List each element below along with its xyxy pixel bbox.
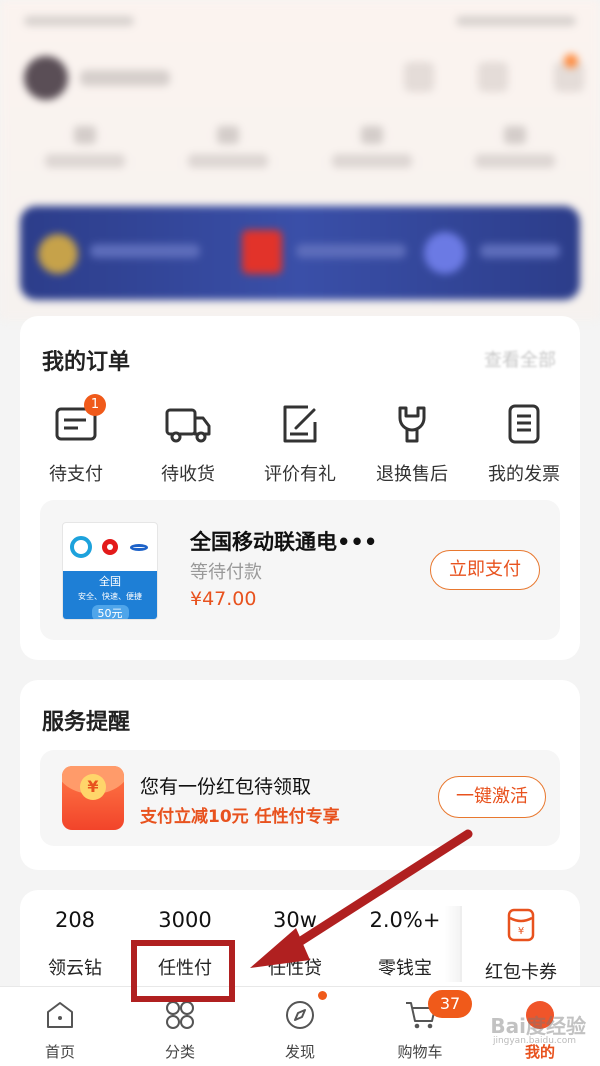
username: [80, 70, 170, 86]
order-price: ¥47.00: [190, 588, 257, 610]
reminder-subtitle: 支付立减10元 任性付专享: [140, 807, 340, 827]
category-icon: [166, 1001, 194, 1029]
finance-label: 红包卡券: [485, 962, 557, 983]
pay-now-button[interactable]: 立即支付: [430, 550, 540, 590]
view-all-orders-link[interactable]: 查看全部: [484, 346, 556, 372]
nav-label: 分类: [164, 1043, 195, 1061]
product-title: 全国移动联通电•••: [190, 530, 378, 554]
discover-dot: [318, 991, 327, 1000]
product-image: 全国 安全、快速、便捷 50元: [62, 522, 158, 620]
profile-row[interactable]: [24, 54, 584, 104]
order-pending-payment[interactable]: 1 待支付: [20, 394, 132, 512]
baidu-watermark-url: jingyan.baidu.com: [492, 1036, 576, 1046]
finance-item-coupons[interactable]: ¥ 红包卡券: [466, 908, 576, 984]
home-icon: [47, 1002, 73, 1028]
card-slogan: 安全、快速、便捷: [78, 592, 142, 601]
cart-count-badge: 37: [428, 990, 472, 1018]
reminder-message: 您有一份红包待领取: [140, 776, 312, 798]
order-item-label: 评价有礼: [264, 464, 336, 485]
baidu-watermark: Bai度经验: [490, 1014, 586, 1038]
finance-item-yunzuan[interactable]: 208 领云钻: [20, 908, 130, 980]
blurred-header: [0, 0, 600, 320]
nav-label: 购物车: [397, 1043, 443, 1061]
china-mobile-logo: [70, 536, 93, 558]
truck-icon: [165, 408, 211, 443]
order-status-row: 1 待支付 待收货 评价有礼 退换售后 我的发票: [20, 394, 580, 512]
service-card: 服务提醒 ¥ 您有一份红包待领取 支付立减10元 任性付专享 一键激活: [20, 680, 580, 870]
avatar[interactable]: [24, 56, 68, 100]
finance-label: 任性贷: [268, 958, 322, 979]
edit-note-icon: [283, 405, 317, 443]
finance-label: 领云钻: [48, 958, 102, 979]
finance-value: 30w: [273, 908, 317, 932]
nav-home[interactable]: 首页: [0, 987, 120, 1066]
membership-banner[interactable]: [20, 206, 580, 300]
card-value: 50元: [91, 605, 129, 619]
message-icon[interactable]: [554, 54, 584, 92]
order-status: 等待付款: [190, 562, 262, 583]
orders-card: 我的订单 查看全部 1 待支付 待收货 评价有礼 退换售后 我的发票 全国 安全…: [20, 316, 580, 660]
pending-order[interactable]: 全国 安全、快速、便捷 50元 全国移动联通电••• 等待付款 ¥47.00 立…: [40, 500, 560, 640]
service-title: 服务提醒: [42, 710, 131, 735]
order-item-label: 我的发票: [488, 464, 560, 485]
activate-button[interactable]: 一键激活: [438, 776, 546, 818]
finance-value: 208: [54, 908, 96, 932]
china-telecom-logo: [128, 536, 150, 558]
compass-icon: [286, 1001, 314, 1029]
china-unicom-logo: [99, 536, 121, 558]
account-stats: [40, 126, 560, 186]
card-region: 全国: [99, 575, 121, 588]
nav-label: 发现: [284, 1043, 315, 1061]
finance-item-renxingdai[interactable]: 30w 任性贷: [240, 908, 350, 980]
status-bar: [24, 12, 576, 32]
order-item-label: 退换售后: [376, 464, 448, 485]
invoice-icon: [508, 404, 540, 444]
order-item-label: 待支付: [49, 464, 103, 485]
finance-row: 208 领云钻 3000 任性付 30w 任性贷 2.0%+ 零钱宝 ¥ 红包卡…: [20, 890, 580, 990]
svg-text:¥: ¥: [518, 926, 524, 937]
red-packet-reminder[interactable]: ¥ 您有一份红包待领取 支付立减10元 任性付专享 一键激活: [40, 750, 560, 846]
divider: [460, 906, 462, 982]
order-review[interactable]: 评价有礼: [244, 402, 356, 512]
red-envelope-coupon-icon: ¥: [507, 908, 535, 942]
red-packet-icon: ¥: [62, 766, 124, 830]
annotation-highlight-box: [131, 940, 235, 1002]
order-pending-receipt[interactable]: 待收货: [132, 402, 244, 512]
order-item-label: 待收货: [161, 464, 215, 485]
finance-value: 3000: [158, 908, 212, 932]
order-after-sales[interactable]: 退换售后: [356, 402, 468, 512]
scan-icon[interactable]: [404, 62, 434, 92]
orders-title: 我的订单: [42, 350, 131, 375]
order-invoice[interactable]: 我的发票: [468, 402, 580, 512]
nav-discover[interactable]: 发现: [240, 987, 360, 1066]
pending-payment-badge: 1: [84, 394, 106, 416]
wrench-icon: [398, 406, 426, 443]
nav-label: 首页: [44, 1043, 75, 1061]
settings-icon[interactable]: [478, 62, 508, 92]
